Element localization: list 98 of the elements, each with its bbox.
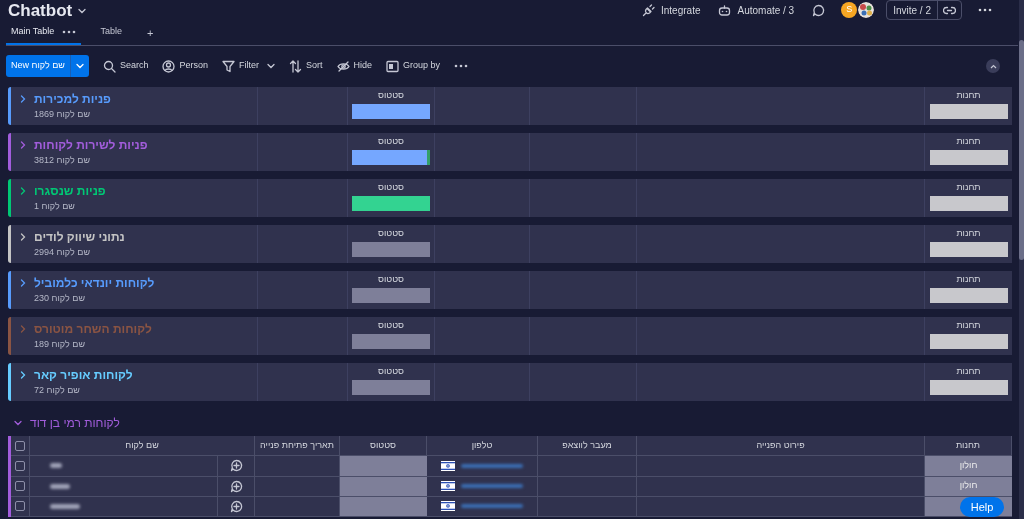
item-count: שם לקוח 2994 <box>34 246 90 259</box>
tag-label: חולון <box>959 459 978 473</box>
add-update-icon[interactable] <box>229 479 243 493</box>
whatsapp-cell[interactable] <box>538 496 637 517</box>
sort-icon <box>289 59 302 73</box>
checkbox[interactable] <box>15 460 25 471</box>
column-label: תחנות <box>956 366 981 377</box>
scrollbar-thumb[interactable] <box>1019 40 1024 260</box>
add-view-button[interactable]: + <box>140 20 160 45</box>
board-title: Chatbot <box>8 1 73 19</box>
integrate-button[interactable]: Integrate <box>642 2 701 18</box>
column-header: שם לקוח <box>125 438 159 452</box>
checkbox[interactable] <box>15 501 25 512</box>
hide-button[interactable]: Hide <box>336 59 373 73</box>
flag-icon <box>441 501 455 512</box>
status-cell[interactable] <box>340 496 427 517</box>
group-title[interactable]: פניות שנסגרו <box>34 184 106 199</box>
chevron-right-icon[interactable] <box>20 187 27 195</box>
column-label: סטטוס <box>378 366 404 377</box>
column-header: מעבר לווצאפ <box>562 438 612 452</box>
chevron-up-icon <box>989 63 997 69</box>
blurred-phone <box>461 463 523 468</box>
help-button[interactable]: Help <box>960 497 1004 517</box>
group-title[interactable]: לקוחות רמי בן דוד <box>30 415 120 431</box>
column-header: פירוט הפנייה <box>756 438 805 452</box>
column-header: טלפון <box>471 438 493 452</box>
chevron-right-icon[interactable] <box>20 141 27 149</box>
flag-icon <box>441 460 455 471</box>
more-icon[interactable] <box>454 64 469 68</box>
item-count: שם לקוח 1869 <box>34 108 90 121</box>
details-cell[interactable] <box>637 476 925 497</box>
whatsapp-cell[interactable] <box>538 456 637 477</box>
blurred-phone <box>461 484 523 489</box>
eye-slash-icon <box>336 59 350 73</box>
item-count: שם לקוח 230 <box>34 292 85 305</box>
status-cell[interactable] <box>340 456 427 477</box>
more-icon[interactable] <box>978 8 992 12</box>
column-label: סטטוס <box>378 90 404 101</box>
chevron-down-icon <box>267 63 275 69</box>
column-label: סטטוס <box>378 228 404 239</box>
details-cell[interactable] <box>637 496 925 517</box>
more-icon[interactable] <box>62 29 77 34</box>
group-button[interactable]: Group by <box>386 59 441 73</box>
group-title[interactable]: פניות למכירות <box>34 92 111 107</box>
column-header: סטטוס <box>370 438 396 452</box>
chevron-right-icon[interactable] <box>20 95 27 103</box>
person-icon <box>162 59 176 73</box>
column-label: תחנות <box>956 228 981 239</box>
person-button[interactable]: Person <box>162 59 208 73</box>
item-count: שם לקוח 3812 <box>34 154 90 167</box>
plug-icon <box>642 3 655 17</box>
tag-label: חולון <box>959 479 978 493</box>
blurred-name <box>50 463 62 469</box>
status-cell[interactable] <box>340 476 427 497</box>
group-title[interactable]: לקוחות אופיר קאר <box>34 368 133 383</box>
sort-button[interactable]: Sort <box>289 59 323 73</box>
view-tab[interactable]: Table <box>95 20 127 45</box>
flag-icon <box>441 481 455 492</box>
group-title[interactable]: לקוחות יונדאי כלמוביל <box>34 276 155 291</box>
automate-button[interactable]: Automate / 3 <box>718 2 795 18</box>
column-label: תחנות <box>956 320 981 331</box>
checkbox[interactable] <box>15 481 25 492</box>
search-icon <box>102 59 116 73</box>
column-header: תאריך פתיחת פנייה <box>260 438 334 452</box>
column-label: תחנות <box>956 274 981 285</box>
details-cell[interactable] <box>637 456 925 477</box>
column-label: סטטוס <box>378 274 404 285</box>
robot-icon <box>718 3 732 17</box>
column-header: תחנות <box>955 438 981 452</box>
view-tab[interactable]: Main Table <box>6 20 82 45</box>
blurred-name <box>50 503 80 509</box>
blurred-name <box>50 483 70 489</box>
column-label: סטטוס <box>378 320 404 331</box>
checkbox[interactable] <box>15 440 25 451</box>
filter-icon <box>222 59 235 73</box>
column-label: תחנות <box>956 90 981 101</box>
item-count: שם לקוח 189 <box>34 338 85 351</box>
chevron-down-icon[interactable] <box>14 420 22 426</box>
blurred-phone <box>461 504 523 509</box>
chevron-right-icon[interactable] <box>20 371 27 379</box>
chevron-down-icon[interactable] <box>78 8 87 14</box>
chat-bubble-icon[interactable] <box>812 3 826 17</box>
item-count: שם לקוח 72 <box>34 384 80 397</box>
collapse-button[interactable] <box>986 59 1000 73</box>
add-update-icon[interactable] <box>229 459 243 473</box>
add-update-icon[interactable] <box>229 499 243 513</box>
item-count: שם לקוח 1 <box>34 200 75 213</box>
column-label: סטטוס <box>378 182 404 193</box>
search-button[interactable]: Search <box>102 59 149 73</box>
chevron-right-icon[interactable] <box>20 233 27 241</box>
column-label: תחנות <box>956 182 981 193</box>
chevron-right-icon[interactable] <box>20 279 27 287</box>
group-by-icon <box>386 59 400 73</box>
column-label: סטטוס <box>378 136 404 147</box>
group-title[interactable]: נתוני שיווק לודים <box>34 230 125 245</box>
whatsapp-cell[interactable] <box>538 476 637 497</box>
filter-button[interactable]: Filter <box>222 59 275 73</box>
column-label: תחנות <box>956 136 981 147</box>
